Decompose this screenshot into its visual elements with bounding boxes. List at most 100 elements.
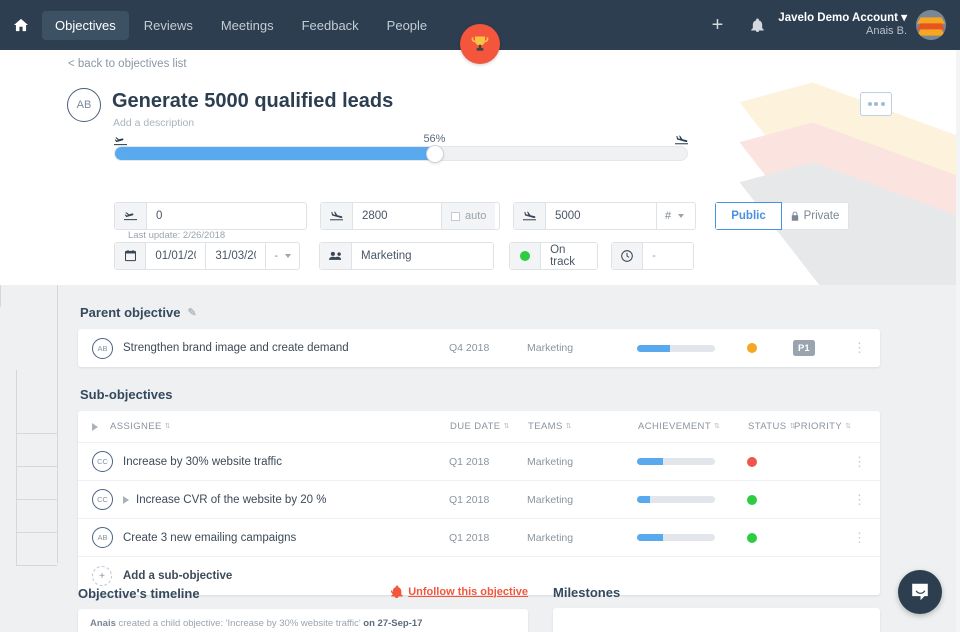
last-update-label: Last update: 2/26/2018 bbox=[128, 230, 226, 241]
confidence-field[interactable]: - bbox=[611, 242, 694, 270]
table-row[interactable]: AB Create 3 new emailing campaigns Q1 20… bbox=[78, 519, 880, 557]
team-field[interactable] bbox=[319, 242, 494, 270]
home-icon[interactable] bbox=[0, 18, 42, 32]
nav-tab-feedback[interactable]: Feedback bbox=[289, 11, 372, 40]
date-period-select[interactable]: - bbox=[266, 243, 299, 269]
triangle-right-icon[interactable] bbox=[123, 495, 129, 504]
auto-label: auto bbox=[465, 210, 487, 222]
objective-header-panel: < back to objectives list AB Generate 50… bbox=[0, 50, 960, 285]
kebab-menu-icon[interactable]: ⋮ bbox=[853, 455, 866, 468]
team-input[interactable] bbox=[352, 243, 493, 269]
status-field[interactable]: On track bbox=[509, 242, 598, 270]
progress-handle[interactable] bbox=[426, 145, 445, 163]
column-achievement[interactable]: ACHIEVEMENT ⇅ bbox=[638, 421, 748, 432]
current-value-input[interactable] bbox=[353, 203, 441, 229]
table-row[interactable]: CC Increase CVR of the website by 20 % Q… bbox=[78, 481, 880, 519]
calendar-icon bbox=[115, 243, 147, 269]
due-date: Q1 2018 bbox=[449, 493, 490, 506]
column-status[interactable]: STATUS ⇅ bbox=[748, 421, 795, 432]
bell-icon[interactable] bbox=[737, 18, 778, 32]
chevron-down-icon bbox=[285, 254, 291, 258]
nav-tab-meetings[interactable]: Meetings bbox=[208, 11, 287, 40]
current-value-field[interactable]: auto bbox=[320, 202, 500, 230]
status-badge bbox=[747, 456, 793, 467]
add-button[interactable]: + bbox=[698, 15, 738, 35]
achievement-bar bbox=[637, 534, 747, 541]
milestones-section: Milestones bbox=[553, 585, 880, 632]
parent-objective-card: AB Strengthen brand image and create dem… bbox=[78, 329, 880, 367]
nav-tab-people[interactable]: People bbox=[374, 11, 440, 40]
unfollow-objective-button[interactable]: Unfollow this objective bbox=[391, 585, 528, 598]
achievement-bar bbox=[637, 496, 747, 503]
start-value-input[interactable] bbox=[147, 203, 306, 229]
unit-select[interactable]: # bbox=[656, 203, 692, 229]
avatar: AB bbox=[92, 337, 113, 359]
status-badge bbox=[747, 343, 793, 353]
achievement-bar bbox=[637, 344, 747, 352]
kebab-menu-icon[interactable]: ⋮ bbox=[853, 531, 866, 544]
kebab-menu-icon[interactable]: ⋮ bbox=[853, 341, 866, 354]
sort-icon: ⇅ bbox=[164, 423, 172, 430]
bell-off-icon bbox=[391, 585, 403, 598]
clock-icon bbox=[612, 243, 644, 269]
column-priority[interactable]: PRIORITY ⇅ bbox=[794, 421, 854, 432]
progress-fill bbox=[115, 147, 436, 160]
account-menu[interactable]: Javelo Demo Account ▾ Anais B. bbox=[778, 11, 907, 39]
objective-name[interactable]: Increase by 30% website traffic bbox=[123, 456, 449, 468]
scrollbar-track[interactable] bbox=[956, 50, 960, 632]
team: Marketing bbox=[527, 342, 574, 354]
status-dot-icon bbox=[510, 243, 542, 269]
target-value-input[interactable] bbox=[546, 203, 656, 229]
objective-name[interactable]: Create 3 new emailing campaigns bbox=[123, 532, 449, 544]
chat-smile-icon[interactable] bbox=[898, 570, 942, 614]
page-title: Generate 5000 qualified leads bbox=[112, 90, 394, 112]
objective-owner-avatar[interactable]: AB bbox=[67, 88, 101, 122]
sub-objectives-heading: Sub-objectives bbox=[80, 387, 880, 402]
date-end-input[interactable] bbox=[206, 243, 267, 269]
javelo-layers-logo[interactable] bbox=[916, 10, 946, 40]
triangle-right-icon[interactable] bbox=[92, 422, 98, 431]
sort-icon: ⇅ bbox=[714, 423, 721, 430]
due-date: Q4 2018 bbox=[449, 342, 490, 354]
description-placeholder[interactable]: Add a description bbox=[113, 117, 194, 129]
sort-icon: ⇅ bbox=[565, 423, 572, 430]
objective-name[interactable]: Increase CVR of the website by 20 % bbox=[123, 494, 449, 506]
visibility-private-button[interactable]: Private bbox=[782, 202, 849, 230]
chevron-down-icon bbox=[678, 214, 685, 218]
nav-tab-reviews[interactable]: Reviews bbox=[131, 11, 206, 40]
objective-name[interactable]: Strengthen brand image and create demand bbox=[123, 342, 449, 354]
progress-track[interactable] bbox=[114, 145, 688, 163]
parent-objective-row[interactable]: AB Strengthen brand image and create dem… bbox=[78, 329, 880, 367]
progress-slider[interactable]: 56% bbox=[114, 133, 688, 163]
due-date: Q1 2018 bbox=[449, 531, 490, 544]
visibility-toggle[interactable]: Public Private bbox=[715, 202, 849, 230]
parent-objective-heading: Parent objective ✎ bbox=[80, 305, 880, 320]
trophy-icon[interactable] bbox=[460, 24, 500, 64]
back-to-objectives-link[interactable]: < back to objectives list bbox=[68, 58, 187, 70]
table-row[interactable]: CC Increase by 30% website traffic Q1 20… bbox=[78, 443, 880, 481]
attributes-row: - On track - bbox=[114, 242, 694, 270]
nav-tab-objectives[interactable]: Objectives bbox=[42, 10, 129, 40]
kebab-menu-icon[interactable]: ⋮ bbox=[853, 493, 866, 506]
date-range-field[interactable]: - bbox=[114, 242, 300, 270]
add-sub-objective-label: Add a sub-objective bbox=[123, 570, 233, 582]
timeline-entry-author: Anais bbox=[90, 618, 116, 629]
target-value-field[interactable]: # bbox=[513, 202, 696, 230]
column-teams[interactable]: TEAMS ⇅ bbox=[528, 421, 638, 432]
more-options-button[interactable] bbox=[860, 92, 892, 116]
plane-takeoff-icon bbox=[115, 203, 147, 229]
start-value-field[interactable] bbox=[114, 202, 307, 230]
team: Marketing bbox=[527, 455, 574, 468]
auto-checkbox[interactable]: auto bbox=[441, 203, 496, 229]
app-root: Objectives Reviews Meetings Feedback Peo… bbox=[0, 0, 960, 632]
timeline-header: Objective's timeline Unfollow this objec… bbox=[78, 585, 528, 602]
visibility-public-button[interactable]: Public bbox=[715, 202, 782, 230]
date-start-input[interactable] bbox=[146, 243, 207, 269]
timeline-card: Anais created a child objective: 'Increa… bbox=[78, 609, 528, 632]
column-due-date[interactable]: DUE DATE ⇅ bbox=[450, 421, 528, 432]
sub-objectives-card: ASSIGNEE ⇅ DUE DATE ⇅ TEAMS ⇅ ACHIEVEMENT ⇅ … bbox=[78, 411, 880, 595]
column-assignee[interactable]: ASSIGNEE ⇅ bbox=[110, 421, 450, 432]
timeline-entry-date: on 27-Sep-17 bbox=[363, 618, 423, 629]
milestones-title: Milestones bbox=[553, 585, 621, 600]
pencil-icon[interactable]: ✎ bbox=[187, 306, 196, 319]
